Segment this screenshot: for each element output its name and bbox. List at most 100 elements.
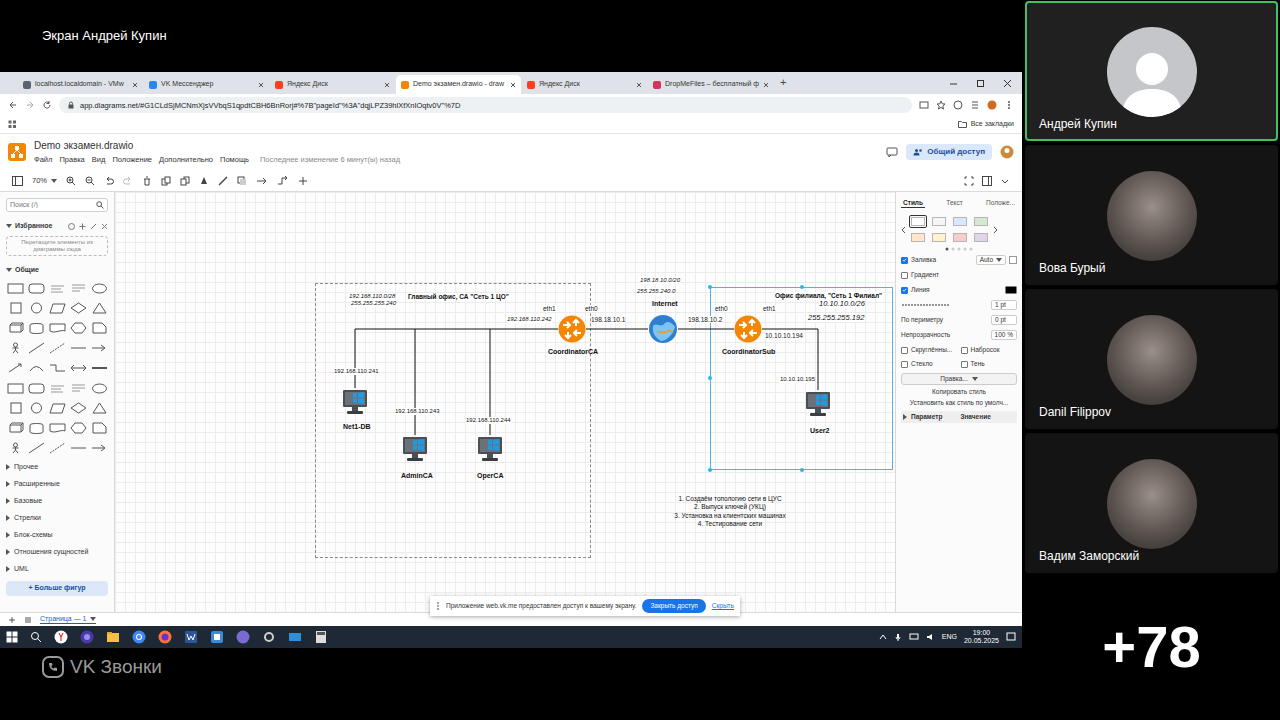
diagram-canvas[interactable]: Net1-DB192.168.110.241AdminCA192.168.110…	[115, 192, 895, 612]
shape-icon[interactable]	[6, 278, 25, 298]
more-shapes-button[interactable]: + Больше фигур	[6, 581, 108, 595]
diagram-label[interactable]: 255.255.255.240	[351, 300, 396, 307]
category-item[interactable]: Прочее	[6, 458, 108, 475]
checkbox[interactable]	[901, 287, 908, 294]
style-option[interactable]: Набросок	[961, 344, 1018, 356]
format-tab[interactable]: Положе...	[984, 198, 1017, 208]
shape-icon[interactable]	[27, 418, 46, 438]
shape-icon[interactable]	[90, 318, 109, 338]
checkbox[interactable]	[901, 347, 908, 354]
stop-sharing-button[interactable]: Закрыть доступ	[642, 599, 705, 613]
settings-icon[interactable]	[262, 630, 276, 644]
category-item[interactable]: UML	[6, 560, 108, 577]
menu-item[interactable]: Дополнительно	[159, 155, 213, 164]
language-indicator[interactable]: ENG	[942, 633, 957, 641]
shape-icon[interactable]	[48, 318, 67, 338]
checkbox[interactable]	[961, 347, 968, 354]
node-ip[interactable]: 192.168.110.244	[466, 417, 511, 424]
to-back-icon[interactable]	[180, 176, 190, 186]
waypoints-icon[interactable]	[277, 176, 289, 186]
close-tab-icon[interactable]	[510, 82, 516, 88]
participant-tile[interactable]: Вова Бурый	[1025, 145, 1278, 285]
router-icon[interactable]	[558, 315, 586, 343]
participant-tile[interactable]: Danil Filippov	[1025, 289, 1278, 429]
shape-icon[interactable]	[48, 278, 67, 298]
close-tab-icon[interactable]	[636, 82, 642, 88]
menu-item[interactable]: Файл	[34, 155, 52, 164]
close-tab-icon[interactable]	[763, 82, 769, 88]
shape-icon[interactable]	[6, 318, 25, 338]
line-pattern-icon[interactable]	[901, 302, 951, 308]
participant-tile[interactable]: Вадим Заморский	[1025, 433, 1278, 573]
network-icon[interactable]	[909, 633, 919, 641]
close-tab-icon[interactable]	[258, 82, 264, 88]
shape-icon[interactable]	[90, 298, 109, 318]
shape-icon[interactable]	[48, 418, 67, 438]
yandex-browser-icon[interactable]	[54, 630, 68, 644]
sidebar-toggle-icon[interactable]	[12, 176, 23, 186]
diagram-label[interactable]: 192.168.110.0/28	[349, 293, 395, 300]
shape-icon[interactable]	[48, 358, 67, 378]
shape-icon[interactable]	[6, 398, 25, 418]
shape-icon[interactable]	[69, 298, 88, 318]
pc-icon[interactable]	[804, 390, 832, 418]
line-width-field[interactable]: 1 pt	[991, 300, 1017, 310]
undo-icon[interactable]	[104, 176, 114, 186]
search-icon[interactable]	[30, 631, 42, 643]
shape-icon[interactable]	[27, 438, 46, 458]
shape-icon[interactable]	[90, 378, 109, 398]
share-button[interactable]: Общий доступ	[906, 144, 992, 160]
line-color-icon[interactable]	[1005, 286, 1017, 294]
node-name[interactable]: Internet	[652, 300, 678, 308]
browser-tab[interactable]: Яндекс Диск	[270, 75, 395, 94]
category-item[interactable]: Базовые	[6, 492, 108, 509]
new-tab-button[interactable]: +	[774, 76, 792, 89]
explorer-icon[interactable]	[106, 630, 120, 644]
shape-icon[interactable]	[6, 418, 25, 438]
router-icon[interactable]	[734, 315, 762, 343]
category-item[interactable]: Расширенные	[6, 475, 108, 492]
favorites-header[interactable]: Избранное	[6, 220, 108, 232]
url-field[interactable]: app.diagrams.net/#G1CLdSjMCNmXjsVVbqS1qp…	[59, 97, 912, 113]
shape-icon[interactable]	[90, 438, 109, 458]
checkbox[interactable]	[901, 272, 908, 279]
diagram-label[interactable]: 198.18.10.2	[688, 316, 722, 323]
clock[interactable]: 19:0020.05.2025	[964, 629, 999, 644]
participant-tile[interactable]: Андрей Купин	[1025, 1, 1278, 141]
swatch[interactable]	[951, 231, 969, 244]
close-tab-icon[interactable]	[132, 82, 138, 88]
shape-icon[interactable]	[48, 398, 67, 418]
pc-icon[interactable]	[476, 435, 504, 463]
close-icon[interactable]	[101, 223, 108, 230]
diagram-label[interactable]: 198.18.10.0/20	[640, 277, 680, 284]
firefox-icon[interactable]	[158, 630, 172, 644]
diagram-label[interactable]: 255.255.240.0	[637, 288, 675, 295]
add-page-icon[interactable]	[8, 616, 16, 624]
shape-icon[interactable]	[27, 338, 46, 358]
pc-icon[interactable]	[401, 435, 429, 463]
apps-icon[interactable]	[8, 120, 17, 129]
diagram-label[interactable]: Главный офис, СА "Сеть 1 ЦО"	[408, 293, 509, 300]
help-icon[interactable]	[68, 223, 75, 230]
shadow-icon[interactable]	[237, 176, 247, 186]
shape-icon[interactable]	[90, 338, 109, 358]
copy-style-button[interactable]: Копировать стиль	[901, 388, 1017, 396]
shape-icon[interactable]	[27, 278, 46, 298]
redo-icon[interactable]	[123, 176, 133, 186]
swatch[interactable]	[909, 215, 927, 228]
browser-tab[interactable]: DropMeFiles – бесплатный ф	[648, 75, 773, 94]
style-option[interactable]: Скруглённы...	[901, 344, 958, 356]
document-title[interactable]: Demo экзамен.drawio	[34, 140, 400, 152]
pages-menu-icon[interactable]	[24, 616, 32, 624]
shape-icon[interactable]	[69, 278, 88, 298]
shape-icon[interactable]	[69, 398, 88, 418]
fill-color-icon[interactable]	[1009, 256, 1017, 264]
swatch[interactable]	[909, 231, 927, 244]
search-box[interactable]	[6, 198, 108, 212]
diagram-label[interactable]: 255.255.255.192	[808, 314, 864, 322]
collapse-icon[interactable]	[1000, 176, 1010, 186]
node-ip[interactable]: 10.10.10.195	[780, 376, 815, 383]
app-icon[interactable]	[288, 630, 302, 644]
category-item[interactable]: Отношения сущностей	[6, 543, 108, 560]
back-icon[interactable]	[8, 100, 18, 110]
